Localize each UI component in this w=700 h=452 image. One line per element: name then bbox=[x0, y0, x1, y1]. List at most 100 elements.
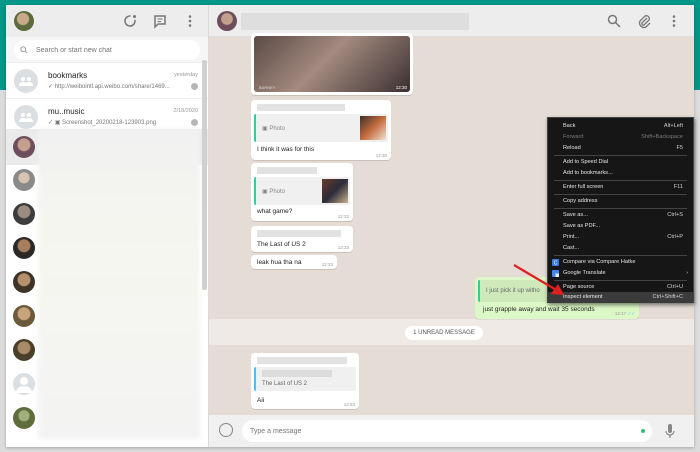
contact-avatar[interactable] bbox=[13, 339, 35, 361]
message-text: just grapple away and wait 35 seconds bbox=[483, 306, 595, 313]
chat-list-scrollbar[interactable] bbox=[202, 60, 207, 290]
message-bubble[interactable]: ▣ Photo what game? 12:32 bbox=[251, 163, 353, 221]
new-chat-icon[interactable] bbox=[152, 13, 168, 29]
menu-separator bbox=[554, 255, 687, 256]
quoted-photo[interactable]: ▣ Photo bbox=[254, 177, 350, 205]
message-text: I think it was for this bbox=[257, 146, 315, 153]
message-input[interactable] bbox=[242, 420, 652, 442]
chat-item-bookmarks[interactable]: bookmarks ✓ http://weibointl.api.weibo.c… bbox=[6, 63, 208, 99]
message-composer bbox=[209, 415, 694, 447]
menu-item-google-translate[interactable]: Google Translate › bbox=[548, 268, 693, 279]
menu-icon[interactable] bbox=[182, 13, 198, 29]
contact-avatar[interactable] bbox=[13, 237, 35, 259]
image-caption: BARNEY bbox=[259, 85, 276, 90]
message-time: 12:53 bbox=[343, 402, 355, 407]
menu-item-save-as[interactable]: Save as... Ctrl+S bbox=[548, 210, 693, 221]
contact-avatar[interactable] bbox=[13, 136, 35, 158]
group-avatar-icon bbox=[14, 104, 38, 129]
search-bar bbox=[6, 37, 208, 63]
contact-avatar[interactable] bbox=[13, 203, 35, 225]
quote-label: ▣ Photo bbox=[262, 189, 286, 195]
contact-avatar[interactable] bbox=[13, 407, 35, 429]
menu-item-cast[interactable]: Cast... bbox=[548, 243, 693, 254]
message-time: 12:33 bbox=[321, 262, 333, 267]
chat-list-panel: bookmarks ✓ http://weibointl.api.weibo.c… bbox=[6, 5, 209, 447]
redacted-contact-names bbox=[38, 129, 200, 439]
group-avatar-icon bbox=[14, 68, 38, 93]
default-avatar-icon[interactable] bbox=[13, 373, 35, 395]
menu-item-back[interactable]: Back Alt+Left bbox=[548, 121, 693, 132]
message-time: 12:30 bbox=[395, 85, 407, 90]
menu-separator bbox=[554, 194, 687, 195]
message-bubble[interactable]: ▣ Photo I think it was for this 12:30 bbox=[251, 100, 391, 160]
menu-separator bbox=[554, 280, 687, 281]
message-bubble[interactable]: leak hua tha na 12:33 bbox=[251, 255, 337, 269]
redacted-quote-author bbox=[262, 370, 332, 377]
pin-icon bbox=[191, 119, 198, 126]
chat-time: yesterday bbox=[174, 72, 198, 78]
quoted-text: The Last of US 2 bbox=[262, 381, 308, 387]
menu-separator bbox=[554, 155, 687, 156]
message-text: leak hua tha na bbox=[257, 259, 302, 266]
submenu-chevron-icon: › bbox=[686, 270, 688, 276]
message-bubble[interactable]: The Last of US 2 Aii 12:53 bbox=[251, 353, 359, 409]
emoji-icon[interactable] bbox=[219, 423, 233, 437]
menu-separator bbox=[554, 180, 687, 181]
contact-avatar[interactable] bbox=[217, 11, 237, 31]
pin-icon bbox=[191, 83, 198, 90]
message-text: Aii bbox=[257, 397, 265, 404]
quote-thumbnail bbox=[360, 116, 386, 140]
contact-avatar[interactable] bbox=[13, 271, 35, 293]
quoted-message[interactable]: The Last of US 2 bbox=[254, 367, 356, 391]
search-icon bbox=[20, 46, 28, 54]
redacted-sender bbox=[257, 104, 345, 111]
message-text: what game? bbox=[257, 208, 293, 215]
message-time: 12:32 bbox=[337, 214, 349, 219]
quote-thumbnail bbox=[322, 179, 348, 203]
grammar-indicator-icon bbox=[641, 429, 645, 433]
menu-item-full-screen[interactable]: Enter full screen F11 bbox=[548, 182, 693, 193]
image-message[interactable]: BARNEY 12:30 bbox=[251, 33, 413, 95]
redacted-sender bbox=[257, 167, 317, 174]
menu-item-forward[interactable]: Forward Shift+Backspace bbox=[548, 132, 693, 143]
contact-list bbox=[6, 129, 208, 447]
search-box bbox=[14, 40, 200, 60]
menu-item-speed-dial[interactable]: Add to Speed Dial bbox=[548, 157, 693, 168]
quoted-photo[interactable]: ▣ Photo bbox=[254, 114, 388, 142]
message-time: 12:33 bbox=[337, 245, 349, 250]
redacted-contact-name[interactable] bbox=[241, 13, 469, 30]
unread-divider: 1 UNREAD MESSAGE bbox=[209, 319, 694, 345]
menu-item-reload[interactable]: Reload F5 bbox=[548, 143, 693, 154]
menu-icon[interactable] bbox=[666, 13, 682, 29]
menu-item-copy-address[interactable]: Copy address bbox=[548, 196, 693, 207]
menu-item-inspect-element[interactable]: Inspect element Ctrl+Shift+C bbox=[548, 292, 693, 303]
message-text: The Last of US 2 bbox=[257, 241, 306, 248]
search-input[interactable] bbox=[36, 46, 176, 54]
image-thumbnail[interactable] bbox=[254, 36, 410, 92]
message-time: 12:47 ✓✓ bbox=[614, 311, 635, 316]
message-bubble[interactable]: The Last of US 2 12:33 bbox=[251, 226, 353, 252]
menu-item-save-pdf[interactable]: Save as PDF... bbox=[548, 221, 693, 232]
my-avatar[interactable] bbox=[14, 11, 34, 31]
microphone-icon[interactable] bbox=[665, 423, 675, 439]
annotation-arrow bbox=[513, 264, 564, 295]
read-receipt-icon: ✓✓ bbox=[627, 311, 635, 316]
menu-item-compare-hatke[interactable]: C Compare via Compare Hatke bbox=[548, 257, 693, 268]
chat-preview: ✓ ▣ Screenshot_20200218-123903.png bbox=[48, 120, 157, 126]
message-time: 12:30 bbox=[375, 153, 387, 158]
menu-item-print[interactable]: Print... Ctrl+P bbox=[548, 232, 693, 243]
contact-avatar[interactable] bbox=[13, 169, 35, 191]
attach-icon[interactable] bbox=[636, 13, 652, 29]
chat-preview: ✓ http://weibointl.api.weibo.com/share/1… bbox=[48, 84, 170, 90]
unread-label: 1 UNREAD MESSAGE bbox=[405, 326, 483, 340]
search-icon[interactable] bbox=[606, 13, 622, 29]
redacted-sender bbox=[257, 357, 347, 364]
status-icon[interactable] bbox=[122, 13, 138, 29]
menu-separator bbox=[554, 208, 687, 209]
chat-time: 2/18/2020 bbox=[173, 108, 198, 114]
browser-context-menu: Back Alt+Left Forward Shift+Backspace Relo… bbox=[547, 117, 694, 303]
menu-item-bookmarks[interactable]: Add to bookmarks... bbox=[548, 168, 693, 179]
redacted-sender bbox=[257, 230, 341, 237]
contact-avatar[interactable] bbox=[13, 305, 35, 327]
profile-header bbox=[6, 5, 208, 37]
